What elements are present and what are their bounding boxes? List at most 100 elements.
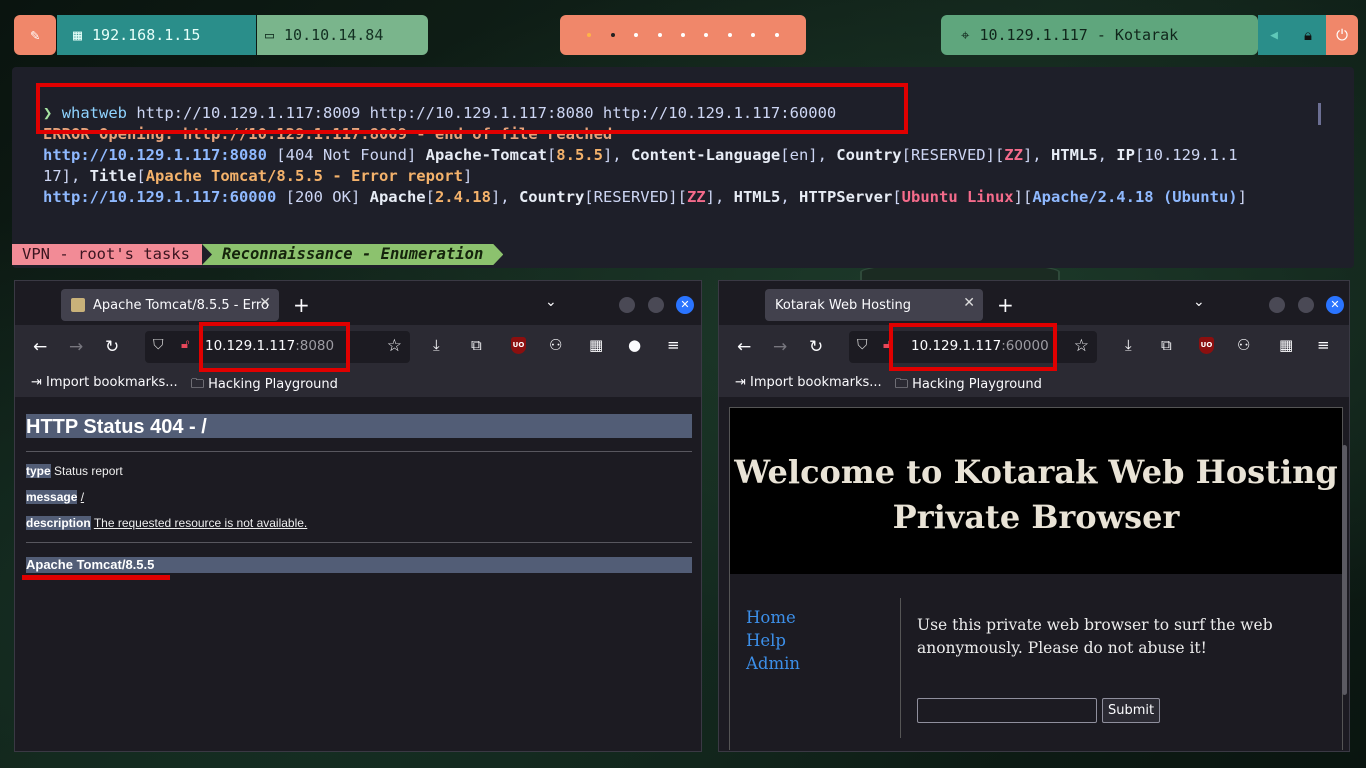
workspace-switcher[interactable] <box>560 15 806 55</box>
workspace-dot[interactable] <box>634 33 639 37</box>
wappalyzer-icon[interactable]: ⚇ <box>549 336 562 354</box>
cookie-icon[interactable]: ● <box>628 336 641 354</box>
terminal-scroll-indicator <box>1318 103 1321 125</box>
close-tab-icon[interactable]: ✕ <box>259 295 271 311</box>
insecure-lock-icon[interactable]: 🔓︎ <box>883 337 891 352</box>
error-line: ERROR Opening: http://10.129.1.117:8009 … <box>43 125 613 143</box>
output-plugin: Apache <box>369 188 426 206</box>
download-icon[interactable]: ⤓ <box>433 336 440 354</box>
bookmark-star-icon[interactable]: ☆ <box>387 336 402 356</box>
close-tab-icon[interactable]: ✕ <box>963 295 975 311</box>
workspace-dot[interactable] <box>657 33 662 37</box>
folder-label: Hacking Playground <box>912 377 1042 392</box>
tmux-status-bar: VPN - root's tasks Reconnaissance - Enum… <box>12 244 503 265</box>
hamburger-menu-icon[interactable]: ≡ <box>667 336 680 354</box>
import-bookmarks[interactable]: ⇥ Import bookmarks... <box>31 375 178 390</box>
import-bookmarks[interactable]: ⇥ Import bookmarks... <box>735 375 882 390</box>
close-window-button[interactable]: ✕ <box>1326 296 1344 314</box>
bookmark-star-icon[interactable]: ☆ <box>1074 336 1089 356</box>
output-line-8080-wrap: 17], Title[Apache Tomcat/8.5.5 - Error r… <box>43 167 473 185</box>
output-value: 17 <box>43 167 62 185</box>
output-value: Apache Tomcat/8.5.5 - Error report <box>145 167 463 185</box>
maximize-button[interactable] <box>1298 297 1314 313</box>
type-row: type Status report <box>26 462 690 480</box>
bookmark-folder-hacking[interactable]: 🗀︎ Hacking Playground <box>191 375 338 397</box>
new-tab-button[interactable]: + <box>293 293 310 317</box>
close-window-button[interactable]: ✕ <box>676 296 694 314</box>
url-bar[interactable]: ⛉ 🔓︎ 10.129.1.117:8080 ☆ <box>145 331 410 363</box>
url-input[interactable] <box>917 698 1097 723</box>
tab-list-chevron-icon[interactable]: ⌄ <box>545 294 557 310</box>
tab-tomcat[interactable]: Apache Tomcat/8.5.5 - Erro ✕ <box>61 289 279 321</box>
minimize-button[interactable] <box>619 297 635 313</box>
extensions-icon[interactable]: ⧉ <box>1161 336 1172 354</box>
bookmark-folder-hacking[interactable]: 🗀︎ Hacking Playground <box>895 375 1042 397</box>
hamburger-menu-icon[interactable]: ≡ <box>1317 336 1330 354</box>
wappalyzer-icon[interactable]: ⚇ <box>1237 336 1250 354</box>
nav-link-home[interactable]: Home <box>746 606 800 629</box>
power-button[interactable]: ⏻ <box>1326 15 1358 55</box>
column-divider <box>900 598 901 738</box>
nav-link-help[interactable]: Help <box>746 629 800 652</box>
workspace-dot[interactable] <box>751 33 756 37</box>
server-version: Apache Tomcat/8.5.5 <box>26 557 692 573</box>
maximize-button[interactable] <box>648 297 664 313</box>
back-arrow-icon[interactable]: ← <box>737 337 751 357</box>
vpn-ip-widget: ▭ 10.10.14.84 <box>257 15 428 55</box>
workspace-dot[interactable] <box>704 33 709 37</box>
tab-title: Apache Tomcat/8.5.5 - Erro <box>93 297 269 313</box>
url-host: 10.129.1.117 <box>205 338 296 354</box>
page-scrollbar[interactable] <box>1342 445 1347 695</box>
workspace-dot[interactable] <box>727 33 732 37</box>
output-value: 8.5.5 <box>556 146 603 164</box>
description-row: description The requested resource is no… <box>26 514 690 532</box>
terminal-window[interactable]: ❯ whatweb http://10.129.1.117:8009 http:… <box>12 67 1354 268</box>
shield-icon[interactable]: ⛉ <box>153 337 164 353</box>
output-plugin: HTTPServer <box>798 188 893 206</box>
url-host: 10.129.1.117 <box>911 338 1002 354</box>
workspace-dot[interactable] <box>774 33 779 37</box>
workspace-dot[interactable] <box>587 33 592 37</box>
url-text[interactable]: 10.129.1.117:60000 <box>911 338 1049 354</box>
download-icon[interactable]: ⤓ <box>1125 336 1132 354</box>
forward-arrow-icon[interactable]: → <box>69 337 83 357</box>
type-label: type <box>26 464 51 478</box>
prompt-symbol: ❯ <box>43 104 53 122</box>
menu-button[interactable]: ✎ <box>14 15 56 55</box>
qr-code-icon[interactable]: ▦ <box>1279 336 1293 354</box>
insecure-lock-icon[interactable]: 🔓︎ <box>181 337 189 352</box>
output-plugin: HTML5 <box>733 188 781 206</box>
volume-widget[interactable]: ◀ <box>1258 15 1290 55</box>
ublock-icon[interactable]: UO <box>511 337 526 354</box>
nav-link-admin[interactable]: Admin <box>746 652 800 675</box>
workspace-dot[interactable] <box>680 33 685 37</box>
intro-text: Use this private web browser to surf the… <box>917 616 1273 657</box>
output-plugin: HTML5 <box>1050 146 1098 164</box>
tab-bar: Kotarak Web Hosting ✕ + ⌄ ✕ <box>719 281 1349 325</box>
output-value: Apache/2.4.18 (Ubuntu) <box>1032 188 1238 206</box>
laptop-icon: ▭ <box>265 26 275 44</box>
reload-icon[interactable]: ↻ <box>809 337 823 357</box>
lock-button[interactable]: 🔒︎ <box>1290 15 1326 55</box>
submit-button[interactable]: Submit <box>1102 698 1161 723</box>
forward-arrow-icon[interactable]: → <box>773 337 787 357</box>
url-text[interactable]: 10.129.1.117:8080 <box>205 338 334 354</box>
highlight-underline <box>22 575 170 580</box>
browser-window-tomcat[interactable]: Apache Tomcat/8.5.5 - Erro ✕ + ⌄ ✕ ← → ↻… <box>14 280 702 752</box>
target-widget: ⌖ 10.129.1.117 - Kotarak <box>941 15 1258 55</box>
shield-icon[interactable]: ⛉ <box>857 337 868 353</box>
back-arrow-icon[interactable]: ← <box>33 337 47 357</box>
browser-window-kotarak[interactable]: Kotarak Web Hosting ✕ + ⌄ ✕ ← → ↻ ⛉ 🔓︎ 1… <box>718 280 1350 752</box>
reload-icon[interactable]: ↻ <box>105 337 119 357</box>
minimize-button[interactable] <box>1269 297 1285 313</box>
qr-code-icon[interactable]: ▦ <box>589 336 603 354</box>
extensions-icon[interactable]: ⧉ <box>471 336 482 354</box>
tab-kotarak[interactable]: Kotarak Web Hosting ✕ <box>765 289 983 321</box>
tab-bar: Apache Tomcat/8.5.5 - Erro ✕ + ⌄ ✕ <box>15 281 701 325</box>
tab-list-chevron-icon[interactable]: ⌄ <box>1193 294 1205 310</box>
url-bar[interactable]: ⛉ 🔓︎ 10.129.1.117:60000 ☆ <box>849 331 1097 363</box>
workspace-dot[interactable] <box>610 33 615 37</box>
new-tab-button[interactable]: + <box>997 293 1014 317</box>
crosshair-icon: ⌖ <box>961 26 970 44</box>
ublock-icon[interactable]: UO <box>1199 337 1214 354</box>
